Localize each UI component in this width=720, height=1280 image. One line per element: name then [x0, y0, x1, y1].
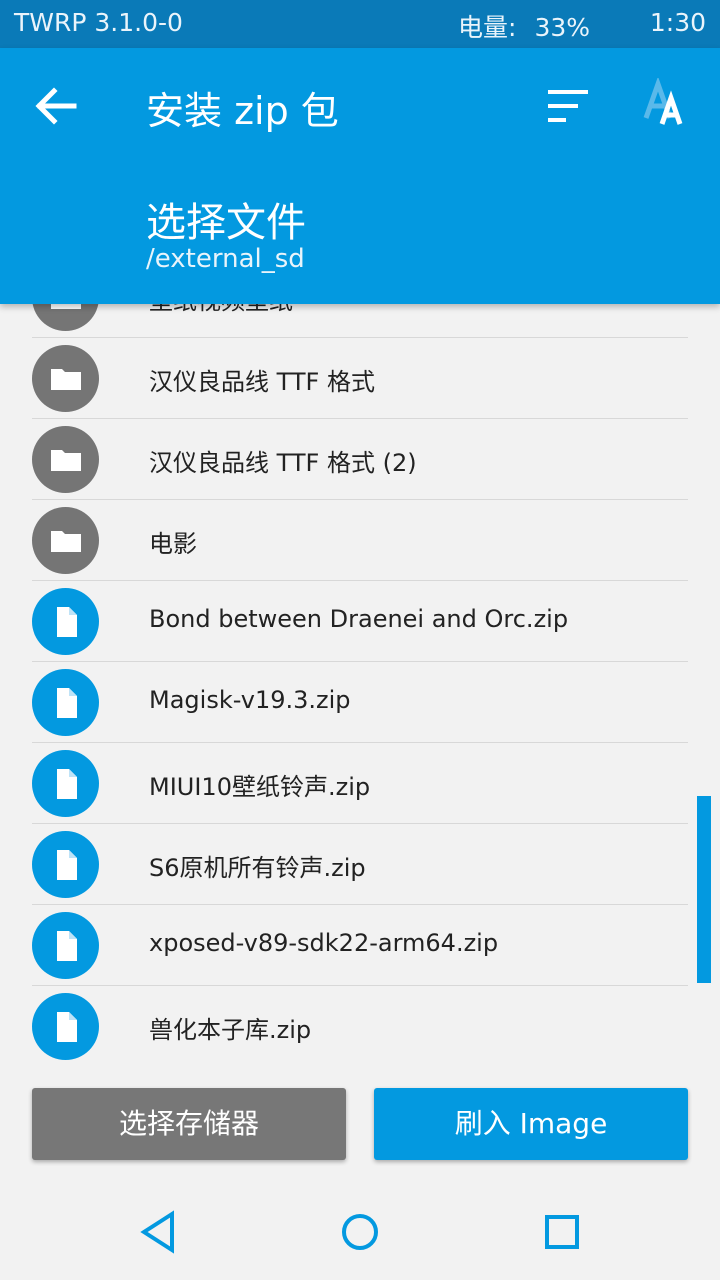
battery-indicator: 电量: 33% — [458, 8, 590, 44]
sort-icon[interactable] — [540, 82, 594, 130]
list-item-label: 电影 — [149, 530, 197, 558]
battery-label: 电量: — [458, 13, 517, 42]
file-icon — [32, 588, 99, 655]
list-item-label: 汉仪良品线 TTF 格式 (2) — [149, 449, 417, 477]
list-item-label: Magisk-v19.3.zip — [149, 686, 351, 714]
list-item-label: 汉仪良品线 TTF 格式 — [149, 368, 375, 396]
list-item-label: xposed-v89-sdk22-arm64.zip — [149, 929, 499, 957]
file-icon — [32, 912, 99, 979]
folder-icon — [32, 426, 99, 493]
file-icon — [32, 993, 99, 1060]
twrp-version: TWRP 3.1.0-0 — [14, 8, 183, 37]
select-storage-button[interactable]: 选择存储器 — [32, 1088, 346, 1160]
list-item-file[interactable]: S6原机所有铃声.zip — [32, 824, 688, 905]
list-item-folder[interactable]: 汉仪良品线 TTF 格式 — [32, 338, 688, 419]
list-item-file[interactable]: xposed-v89-sdk22-arm64.zip — [32, 905, 688, 986]
file-icon — [32, 750, 99, 817]
list-item-label: 兽化本子库.zip — [149, 1016, 312, 1044]
back-triangle-icon[interactable] — [134, 1206, 186, 1258]
list-item-folder[interactable]: 电影 — [32, 500, 688, 581]
app-bar: 安装 zip 包 选择文件 /external_sd — [0, 48, 720, 304]
list-item-folder[interactable]: 汉仪良品线 TTF 格式 (2) — [32, 419, 688, 500]
navigation-bar — [0, 1184, 720, 1280]
file-icon — [32, 831, 99, 898]
folder-icon — [32, 345, 99, 412]
battery-value: 33% — [534, 13, 591, 42]
list-item-file[interactable]: Magisk-v19.3.zip — [32, 662, 688, 743]
list-scrollbar[interactable] — [697, 796, 711, 983]
list-item-label: Bond between Draenei and Orc.zip — [149, 605, 569, 633]
list-item-label: MIUI10壁纸铃声.zip — [149, 773, 371, 801]
home-circle-icon[interactable] — [334, 1206, 386, 1258]
file-list[interactable]: 壁纸视频壁纸 汉仪良品线 TTF 格式 汉仪良品线 TTF 格式 (2) 电影 … — [0, 258, 720, 1062]
page-title: 安装 zip 包 — [146, 89, 339, 133]
list-item-file[interactable]: MIUI10壁纸铃声.zip — [32, 743, 688, 824]
file-icon — [32, 669, 99, 736]
clock: 1:30 — [649, 8, 706, 37]
list-item-file[interactable]: 兽化本子库.zip — [32, 986, 688, 1062]
list-item-file[interactable]: Bond between Draenei and Orc.zip — [32, 581, 688, 662]
flash-image-button[interactable]: 刷入 Image — [374, 1088, 688, 1160]
back-arrow-icon[interactable] — [30, 80, 82, 132]
section-title: 选择文件 — [146, 200, 306, 246]
list-item-label: S6原机所有铃声.zip — [149, 854, 366, 882]
font-size-icon[interactable] — [640, 76, 692, 134]
current-path: /external_sd — [146, 244, 305, 274]
status-bar: TWRP 3.1.0-0 电量: 33% 1:30 — [0, 0, 720, 48]
recents-square-icon[interactable] — [536, 1206, 588, 1258]
folder-icon — [32, 507, 99, 574]
